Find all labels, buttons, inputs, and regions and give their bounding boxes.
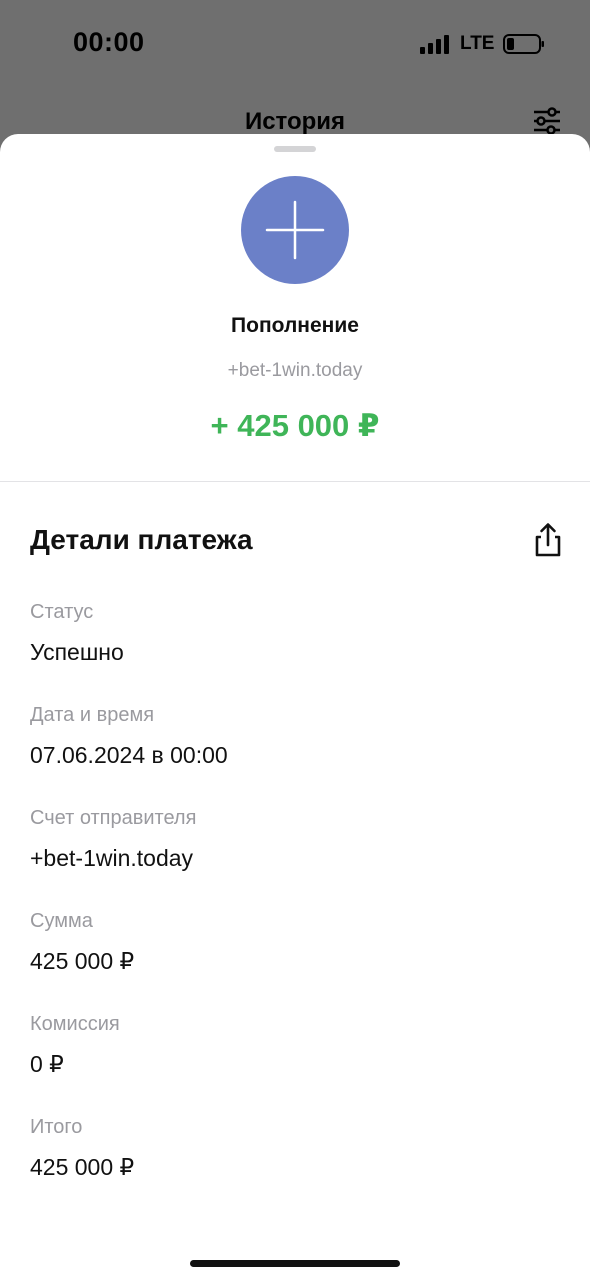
share-icon bbox=[535, 523, 561, 557]
page-title: История bbox=[244, 108, 346, 135]
detail-value: Успешно bbox=[30, 639, 124, 665]
detail-value: 0 ₽ bbox=[30, 1051, 64, 1077]
operation-avatar bbox=[241, 176, 349, 284]
operation-details-sheet: Пополнение +bet-1win.today + 425 000 ₽ Д… bbox=[0, 134, 590, 1280]
sliders-icon[interactable] bbox=[532, 106, 562, 136]
detail-label: Итого bbox=[30, 1116, 83, 1138]
detail-value: 425 000 ₽ bbox=[30, 948, 135, 974]
status-bar: 00:00 LTE bbox=[0, 0, 590, 90]
detail-commission: Комиссия 0 ₽ bbox=[30, 1011, 560, 1114]
battery-icon bbox=[503, 34, 544, 54]
detail-label: Сумма bbox=[30, 910, 93, 932]
details-heading: Детали платежа bbox=[30, 524, 253, 555]
detail-total: Итого 425 000 ₽ bbox=[30, 1114, 560, 1217]
detail-value: +bet-1win.today bbox=[30, 845, 194, 871]
detail-label: Дата и время bbox=[30, 704, 155, 726]
network-label: LTE bbox=[460, 33, 495, 54]
detail-value: 07.06.2024 в 00:00 bbox=[30, 742, 228, 768]
detail-datetime: Дата и время 07.06.2024 в 00:00 bbox=[30, 702, 560, 805]
sheet-grabber[interactable] bbox=[274, 146, 316, 152]
signal-icon bbox=[420, 35, 449, 54]
home-indicator[interactable] bbox=[190, 1260, 400, 1267]
plus-icon bbox=[265, 200, 325, 260]
operation-title: Пополнение bbox=[231, 314, 359, 337]
detail-label: Статус bbox=[30, 601, 94, 623]
detail-sender-account: Счет отправителя +bet-1win.today bbox=[30, 805, 560, 908]
details-list: Статус Успешно Дата и время 07.06.2024 в… bbox=[30, 599, 560, 1217]
detail-amount: Сумма 425 000 ₽ bbox=[30, 908, 560, 1011]
divider bbox=[0, 481, 590, 482]
detail-label: Счет отправителя bbox=[30, 807, 197, 829]
share-button[interactable] bbox=[528, 520, 568, 560]
operation-amount: + 425 000 ₽ bbox=[210, 408, 380, 443]
detail-status: Статус Успешно bbox=[30, 599, 560, 702]
detail-label: Комиссия bbox=[30, 1013, 120, 1035]
detail-value: 425 000 ₽ bbox=[30, 1154, 135, 1180]
status-time: 00:00 bbox=[73, 27, 145, 57]
operation-source: +bet-1win.today bbox=[227, 360, 363, 381]
